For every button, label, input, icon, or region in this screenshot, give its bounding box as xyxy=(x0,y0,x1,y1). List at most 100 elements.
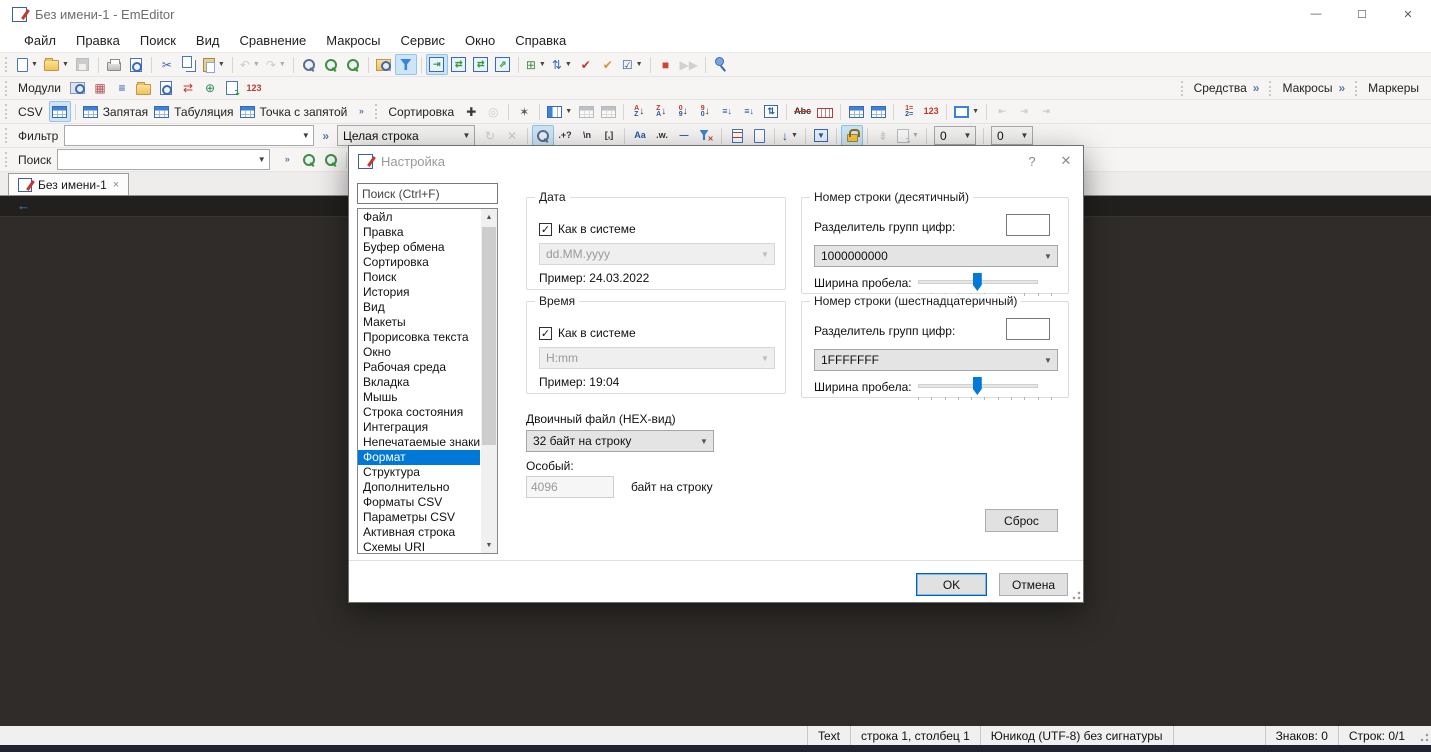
search-next-button[interactable] xyxy=(320,149,342,170)
move-column-right-button[interactable]: ⇥ xyxy=(1013,101,1035,122)
filter-overflow-chevron[interactable]: » xyxy=(322,129,329,143)
modules-outline-text-button[interactable]: ≡ xyxy=(111,78,133,99)
negative-filter-button[interactable]: — xyxy=(673,125,695,146)
macros-toolbar-grip[interactable] xyxy=(1269,80,1273,96)
status-blank[interactable] xyxy=(1172,726,1265,745)
ok-button[interactable]: OK xyxy=(916,573,987,596)
dialog-help-button[interactable]: ? xyxy=(1015,146,1049,176)
lock-button[interactable] xyxy=(841,125,863,146)
hex-space-width-slider[interactable] xyxy=(918,376,1052,400)
copy-button[interactable] xyxy=(178,54,200,75)
toolbar-grip[interactable] xyxy=(5,80,9,96)
zoom-button[interactable] xyxy=(298,54,320,75)
csv-overflow-chevron[interactable]: » xyxy=(350,101,372,122)
menu-окно[interactable]: Окно xyxy=(455,28,505,52)
sort-num-asc-button[interactable]: 0 9 ↓ xyxy=(672,101,694,122)
cell-borders-button[interactable]: ▼ xyxy=(951,101,982,122)
dialog-close-button[interactable]: ✕ xyxy=(1049,146,1083,176)
toolbar-grip[interactable] xyxy=(5,57,9,72)
filter-direction-button[interactable]: ↓ ▼ xyxy=(779,125,801,146)
modules-explorer-button[interactable] xyxy=(67,78,89,99)
sort-num-desc-button[interactable]: 9 0 ↓ xyxy=(694,101,716,122)
search-input-combo[interactable]: ▼ xyxy=(57,149,271,170)
cut-button[interactable]: ✂ xyxy=(156,54,178,75)
redo-button[interactable]: ↷ ▼ xyxy=(263,54,289,75)
filter-level-combo[interactable]: 0 ▼ xyxy=(988,125,1036,146)
scroll-up-icon[interactable]: ▲ xyxy=(481,209,497,225)
tools-toolbar-grip[interactable] xyxy=(1180,80,1185,96)
chevron-down-icon[interactable]: ▼ xyxy=(1039,246,1057,266)
undo-button[interactable]: ↶ ▼ xyxy=(237,54,263,75)
csv-ruler-button[interactable] xyxy=(814,101,836,122)
search-input[interactable] xyxy=(58,152,255,167)
menu-файл[interactable]: Файл xyxy=(14,28,66,52)
paste-button[interactable]: ▼ xyxy=(200,54,228,75)
date-system-checkbox[interactable]: ✓ xyxy=(539,222,552,236)
time-system-checkbox[interactable]: ✓ xyxy=(539,326,552,340)
exclude-filter-button[interactable] xyxy=(695,125,717,146)
slider-thumb[interactable] xyxy=(972,377,982,395)
delete-columns-button[interactable] xyxy=(575,101,597,122)
dropdown-caret-icon[interactable]: ▼ xyxy=(565,61,572,68)
record-macro-button[interactable]: ■ xyxy=(655,54,677,75)
scrollbar-thumb[interactable] xyxy=(482,227,496,445)
menu-вид[interactable]: Вид xyxy=(186,28,230,52)
csv-unpivot-button[interactable] xyxy=(867,101,889,122)
dropdown-caret-icon[interactable]: ▼ xyxy=(31,61,38,68)
move-column-left-button[interactable]: ⇤ xyxy=(991,101,1013,122)
menu-макросы[interactable]: Макросы xyxy=(316,28,390,52)
extract-matches-button[interactable] xyxy=(748,125,770,146)
wrap-by-char-button[interactable]: ⇄ xyxy=(448,54,470,75)
validate-button[interactable]: ☑ ▼ xyxy=(619,54,646,75)
compare-rescan-button[interactable]: ✔ xyxy=(597,54,619,75)
search-toolbar-grip[interactable] xyxy=(5,152,9,167)
category-item[interactable]: Поиск xyxy=(358,270,480,285)
find-next-button[interactable] xyxy=(342,54,364,75)
sync-scroll-button[interactable]: ⇅ ▼ xyxy=(549,54,575,75)
sort-wizard-button[interactable]: ✶ xyxy=(513,101,535,122)
filter-table-button[interactable] xyxy=(810,125,832,146)
dec-sample-select[interactable]: 1000000000 ▼ xyxy=(814,245,1058,267)
csv-join-button[interactable] xyxy=(845,101,867,122)
cancel-button[interactable]: Отмена xyxy=(999,573,1068,596)
tab-document[interactable]: Без имени-1 × xyxy=(8,173,130,195)
find-previous-button[interactable] xyxy=(320,54,342,75)
chevron-down-icon[interactable]: ▼ xyxy=(960,127,975,144)
category-item[interactable]: Схемы URI xyxy=(358,540,480,553)
settings-search-input[interactable] xyxy=(357,183,498,204)
sort-length-asc-button[interactable]: ≡↓ xyxy=(716,101,738,122)
tools-overflow-chevron[interactable]: » xyxy=(1253,81,1260,95)
reset-button[interactable]: Сброс xyxy=(985,509,1058,532)
modules-export-button[interactable] xyxy=(221,78,243,99)
sort-length-desc-button[interactable]: ≡↓ xyxy=(738,101,760,122)
outline-button[interactable]: ⊞ ▼ xyxy=(523,54,549,75)
filter-apply-button[interactable] xyxy=(532,125,554,146)
sort-az-button[interactable]: A Z ↓ xyxy=(628,101,650,122)
dropdown-caret-icon[interactable]: ▼ xyxy=(565,108,572,115)
category-item[interactable]: Непечатаемые знаки xyxy=(358,435,480,450)
filter-input-combo[interactable]: ▼ xyxy=(64,125,315,146)
csv-mode-button[interactable] xyxy=(48,101,71,122)
filter-toolbar-grip[interactable] xyxy=(5,128,9,143)
dropdown-caret-icon[interactable]: ▼ xyxy=(279,61,286,68)
search-previous-button[interactable] xyxy=(298,149,320,170)
dropdown-caret-icon[interactable]: ▼ xyxy=(972,108,979,115)
dec-separator-input[interactable] xyxy=(1006,214,1050,236)
csv-comma-button[interactable]: Запятая xyxy=(80,101,151,122)
menu-сравнение[interactable]: Сравнение xyxy=(229,28,316,52)
sort-options-button[interactable]: ◎ xyxy=(482,101,504,122)
category-item[interactable]: Вид xyxy=(358,300,480,315)
print-button[interactable] xyxy=(103,54,125,75)
status-position[interactable]: строка 1, столбец 1 xyxy=(849,726,980,745)
minimize-button[interactable]: — xyxy=(1293,0,1339,28)
category-item[interactable]: Буфер обмена xyxy=(358,240,480,255)
pin-button[interactable] xyxy=(710,54,732,75)
category-item[interactable]: Сортировка xyxy=(358,255,480,270)
no-wrap-button[interactable]: ⇥ xyxy=(425,54,448,75)
dropdown-caret-icon[interactable]: ▼ xyxy=(539,61,546,68)
delete-duplicates-button[interactable]: Abc xyxy=(791,101,814,122)
list-scrollbar[interactable]: ▲ ▼ xyxy=(481,209,497,553)
category-item[interactable]: Вкладка xyxy=(358,375,480,390)
dropdown-caret-icon[interactable]: ▼ xyxy=(912,132,919,139)
maximize-button[interactable]: ☐ xyxy=(1339,0,1385,28)
